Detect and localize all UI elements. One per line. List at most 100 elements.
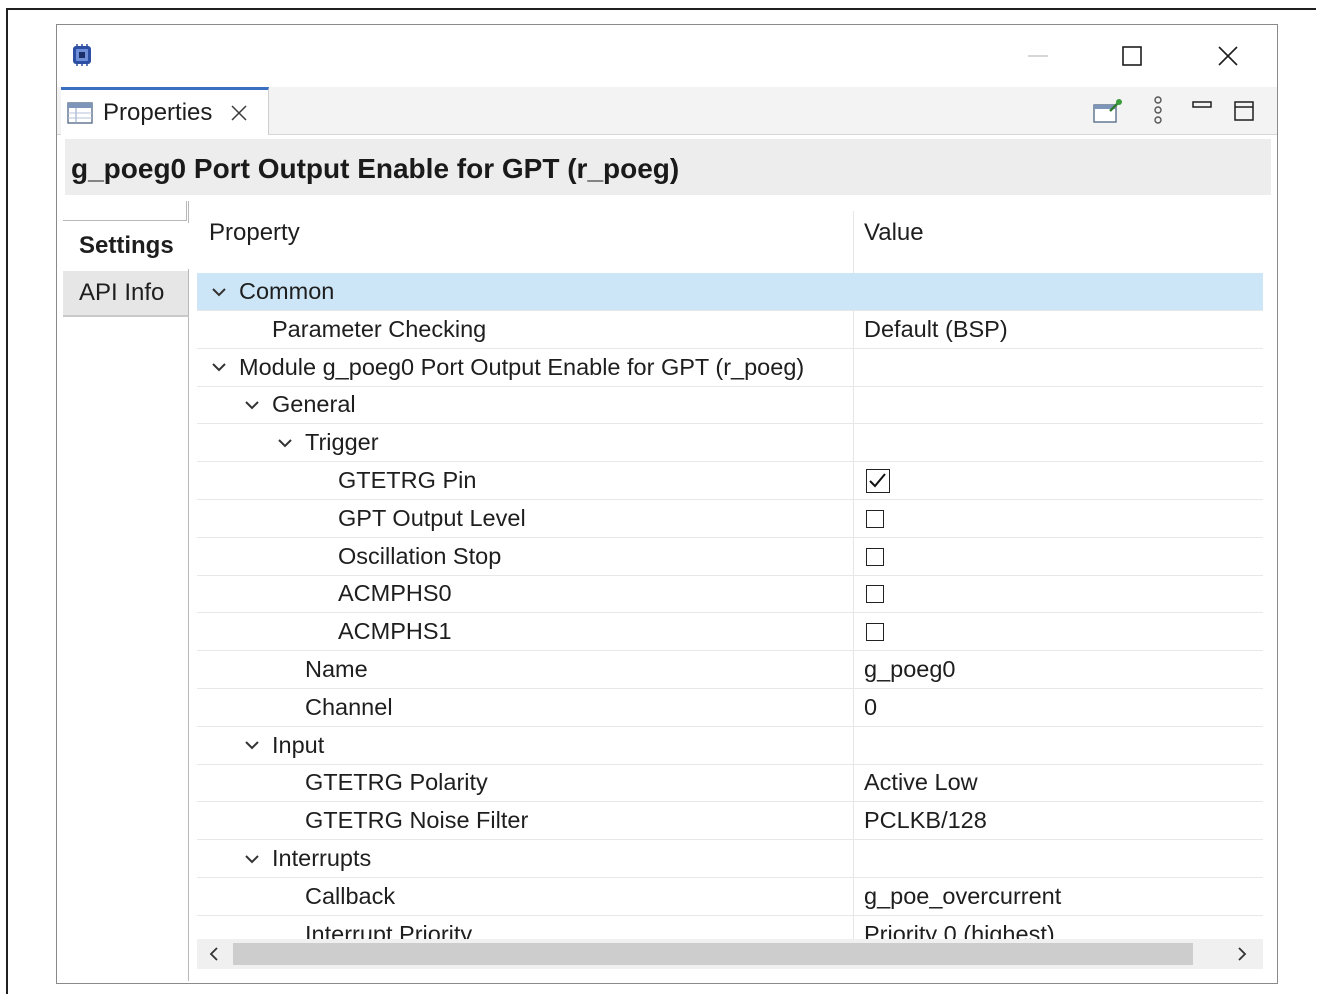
property-label: Trigger bbox=[305, 429, 379, 456]
chevron-down-icon[interactable] bbox=[209, 282, 229, 302]
table-row[interactable]: Parameter Checking Default (BSP) bbox=[197, 311, 1263, 349]
table-row[interactable]: General bbox=[197, 386, 1263, 425]
renesas-chip-icon bbox=[73, 44, 91, 66]
close-icon bbox=[1218, 46, 1238, 66]
tab-api-info[interactable]: API Info bbox=[63, 271, 189, 317]
property-label: Interrupts bbox=[272, 845, 372, 871]
tab-settings-label: Settings bbox=[79, 232, 174, 259]
property-cell: GTETRG Noise Filter bbox=[305, 807, 528, 834]
property-cell: GTETRG Pin bbox=[338, 467, 476, 494]
view-menu-button[interactable] bbox=[1141, 95, 1175, 127]
unchecked-checkbox[interactable] bbox=[866, 509, 884, 528]
title-bar bbox=[57, 25, 1277, 87]
close-tab-icon[interactable] bbox=[228, 102, 250, 124]
table-row[interactable]: Callback g_poe_overcurrent bbox=[197, 878, 1263, 916]
close-button[interactable] bbox=[1203, 35, 1253, 77]
unchecked-checkbox[interactable] bbox=[866, 623, 884, 642]
chevron-down-icon[interactable] bbox=[209, 357, 229, 377]
table-row[interactable]: Name g_poeg0 bbox=[197, 651, 1263, 689]
property-cell: ACMPHS0 bbox=[338, 580, 452, 607]
property-label: GPT Output Level bbox=[338, 504, 526, 531]
scroll-right-button[interactable] bbox=[1231, 943, 1253, 965]
table-row[interactable]: GTETRG Noise Filter PCLKB/128 bbox=[197, 802, 1263, 841]
scroll-left-button[interactable] bbox=[203, 943, 225, 965]
table-row[interactable]: ACMPHS1 bbox=[197, 613, 1263, 652]
minimize-icon bbox=[1028, 55, 1048, 57]
value-cell[interactable]: PCLKB/128 bbox=[864, 807, 987, 834]
chevron-down-icon[interactable] bbox=[242, 849, 262, 869]
page-title: g_poeg0 Port Output Enable for GPT (r_po… bbox=[71, 153, 680, 184]
table-row[interactable]: Common bbox=[197, 273, 1263, 311]
property-cell: Module g_poeg0 Port Output Enable for GP… bbox=[209, 354, 804, 381]
column-header-property[interactable]: Property bbox=[209, 219, 300, 247]
property-label: Channel bbox=[305, 693, 393, 720]
property-label: Interrupt Priority bbox=[305, 920, 473, 939]
property-label: Common bbox=[239, 278, 335, 304]
value-cell[interactable]: Default (BSP) bbox=[864, 316, 1008, 343]
property-label: Parameter Checking bbox=[272, 315, 487, 342]
table-row[interactable]: Interrupt Priority Priority 0 (highest) bbox=[197, 916, 1263, 939]
horizontal-scrollbar[interactable] bbox=[197, 939, 1263, 969]
checkmark-icon bbox=[869, 473, 886, 488]
checked-checkbox[interactable] bbox=[866, 469, 890, 493]
view-menu-icon bbox=[1154, 96, 1162, 124]
property-label: GTETRG Noise Filter bbox=[305, 807, 529, 834]
tab-api-info-label: API Info bbox=[79, 279, 165, 306]
value-cell[interactable]: Active Low bbox=[864, 769, 978, 796]
property-cell: Interrupts bbox=[242, 845, 371, 872]
property-cell: Name bbox=[305, 656, 368, 683]
table-row[interactable]: GPT Output Level bbox=[197, 500, 1263, 538]
value-cell[interactable]: g_poe_overcurrent bbox=[864, 883, 1061, 910]
property-label: GTETRG Polarity bbox=[305, 769, 488, 796]
maximize-button[interactable] bbox=[1107, 35, 1157, 77]
table-row[interactable]: GTETRG Pin bbox=[197, 462, 1263, 500]
property-cell: Trigger bbox=[275, 429, 379, 456]
table-row[interactable]: Trigger bbox=[197, 424, 1263, 463]
table-row[interactable]: Oscillation Stop bbox=[197, 538, 1263, 576]
scrollbar-thumb[interactable] bbox=[233, 943, 1193, 965]
minimize-view-button[interactable] bbox=[1185, 95, 1219, 127]
property-label: Module g_poeg0 Port Output Enable for GP… bbox=[239, 353, 805, 380]
value-cell[interactable]: g_poeg0 bbox=[864, 656, 956, 683]
minimize-view-icon bbox=[1192, 101, 1212, 108]
property-cell: Parameter Checking bbox=[272, 316, 486, 343]
properties-window: Properties g_poeg0 Port Output Enable fo… bbox=[56, 24, 1278, 984]
chevron-down-icon[interactable] bbox=[242, 735, 262, 755]
property-label: Oscillation Stop bbox=[338, 542, 502, 569]
table-row[interactable]: Module g_poeg0 Port Output Enable for GP… bbox=[197, 349, 1263, 387]
table-row[interactable]: GTETRG Polarity Active Low bbox=[197, 764, 1263, 803]
column-header-value[interactable]: Value bbox=[864, 219, 924, 247]
table-row[interactable]: Interrupts bbox=[197, 840, 1263, 878]
property-label: ACMPHS0 bbox=[338, 580, 452, 607]
property-cell: Callback bbox=[305, 883, 395, 910]
maximize-view-button[interactable] bbox=[1227, 95, 1261, 127]
property-label: Input bbox=[272, 731, 325, 758]
page-title-bar: g_poeg0 Port Output Enable for GPT (r_po… bbox=[65, 139, 1271, 195]
chevron-left-icon bbox=[209, 947, 218, 961]
unchecked-checkbox[interactable] bbox=[866, 585, 884, 604]
chevron-down-icon[interactable] bbox=[242, 395, 262, 415]
property-cell: General bbox=[242, 391, 356, 418]
side-tab-strip: Settings API Info bbox=[63, 201, 189, 981]
property-label: Name bbox=[305, 656, 368, 682]
value-cell[interactable]: Priority 0 (highest) bbox=[864, 921, 1055, 939]
table-row[interactable]: Channel 0 bbox=[197, 689, 1263, 727]
grid-header: Property Value bbox=[197, 211, 1263, 255]
value-cell[interactable]: 0 bbox=[864, 694, 877, 721]
property-label: GTETRG Pin bbox=[338, 467, 477, 493]
minimize-button[interactable] bbox=[1013, 35, 1063, 77]
property-label: General bbox=[272, 391, 356, 418]
view-tab-bar: Properties bbox=[57, 87, 1277, 135]
tab-properties[interactable]: Properties bbox=[61, 87, 269, 135]
table-row[interactable]: ACMPHS0 bbox=[197, 575, 1263, 614]
tab-settings[interactable]: Settings bbox=[63, 223, 189, 269]
property-label: Callback bbox=[305, 882, 396, 909]
table-row[interactable]: Input bbox=[197, 727, 1263, 765]
properties-table-icon bbox=[67, 101, 93, 124]
chevron-down-icon[interactable] bbox=[275, 433, 295, 453]
pin-to-view-button[interactable] bbox=[1091, 95, 1125, 127]
unchecked-checkbox[interactable] bbox=[866, 547, 884, 566]
property-cell: Common bbox=[209, 278, 334, 305]
chevron-right-icon bbox=[1238, 947, 1247, 961]
property-cell: GTETRG Polarity bbox=[305, 769, 488, 796]
